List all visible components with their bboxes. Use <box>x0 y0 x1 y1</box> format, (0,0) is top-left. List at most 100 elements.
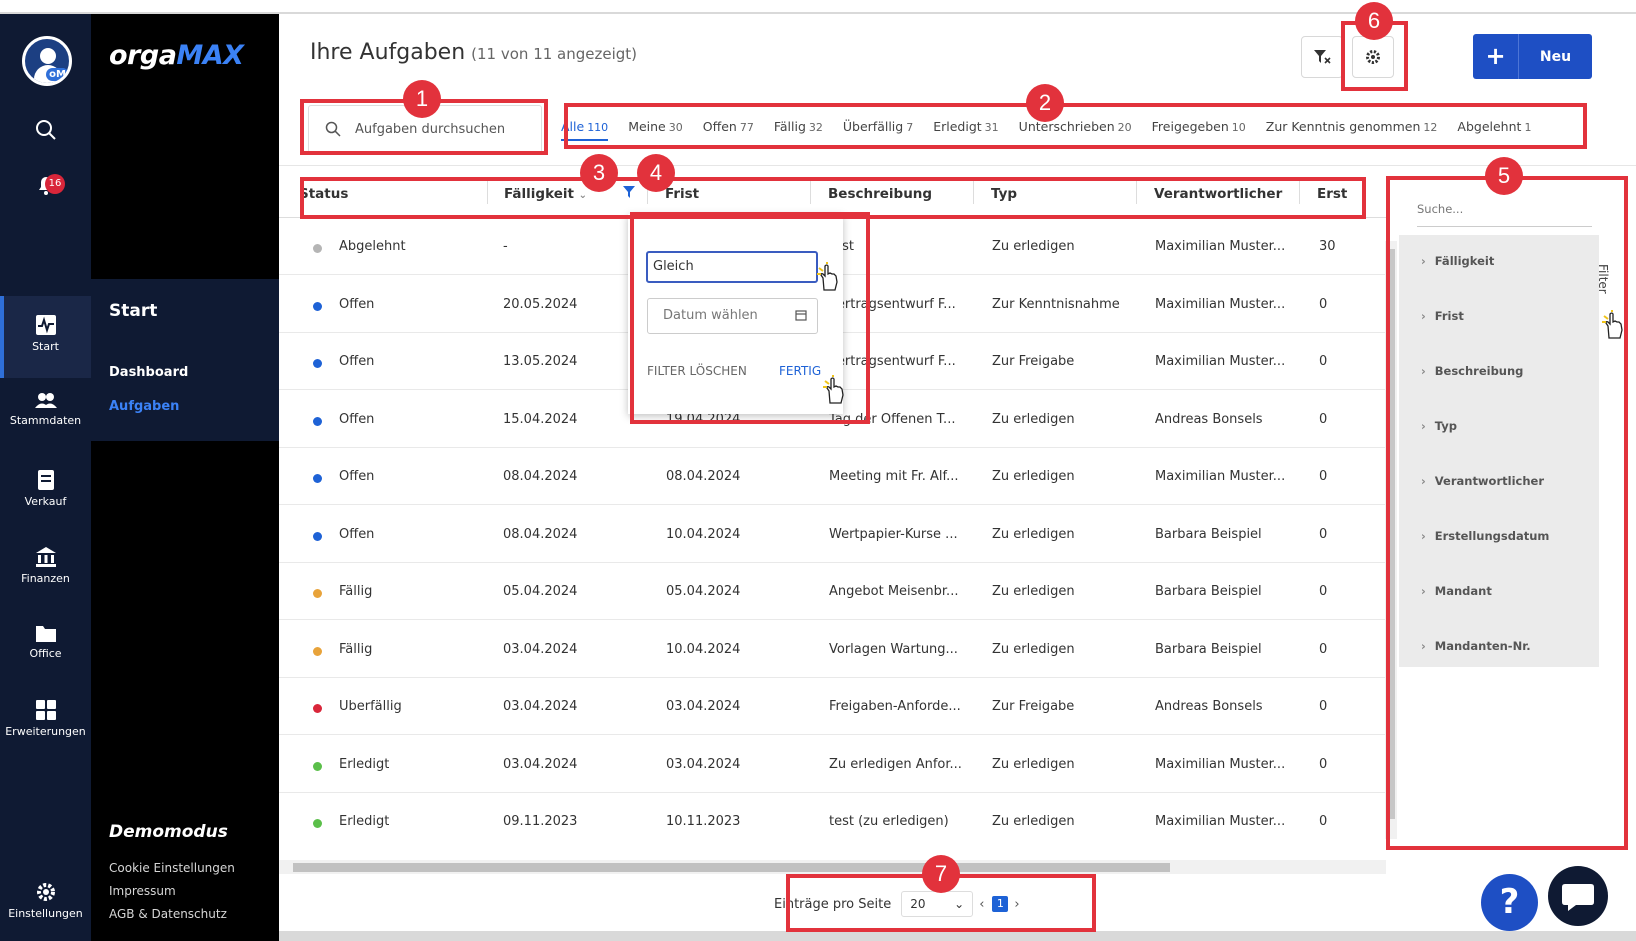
chat-button[interactable] <box>1548 866 1608 926</box>
annotation-number: 6 <box>1355 2 1393 40</box>
cell-status: Offen <box>339 469 375 484</box>
cell-verantwortlich: Maximilian Muster... <box>1155 814 1286 829</box>
cell-verantwortlich: Barbara Beispiel <box>1155 526 1262 542</box>
status-dot <box>313 474 322 483</box>
cell-status: Offen <box>339 526 375 542</box>
annotation-number: 7 <box>922 855 960 893</box>
annotation-number: 2 <box>1026 84 1064 122</box>
cell-faellig: 15.04.2024 <box>503 411 578 427</box>
cell-erst: 0 <box>1319 469 1328 484</box>
cell-faellig: 20.05.2024 <box>503 296 578 312</box>
rail-item-start[interactable]: Start <box>0 314 91 353</box>
cell-beschreibung: Meeting mit Fr. Alf... <box>829 469 959 484</box>
plus-icon: + <box>1473 34 1519 79</box>
chat-icon <box>1562 884 1594 911</box>
click-hand-icon <box>1602 310 1623 339</box>
cell-typ: Zu erledigen <box>992 411 1075 427</box>
table-row[interactable]: Überfällig 03.04.2024 03.04.2024 Freigaben-… <box>279 678 1386 735</box>
cell-beschreibung: Freigaben-Anforde... <box>829 699 961 714</box>
cell-typ: Zur Kenntnisnahme <box>992 296 1120 312</box>
people-icon <box>34 393 57 408</box>
cell-frist: 10.04.2024 <box>666 526 741 542</box>
table-row[interactable]: Fällig 03.04.2024 10.04.2024 Vorlagen Wartu… <box>279 621 1386 678</box>
table-row[interactable]: Erledigt 03.04.2024 03.04.2024 Zu erledigen… <box>279 736 1386 793</box>
status-dot <box>313 819 322 828</box>
cell-frist: 03.04.2024 <box>666 756 741 772</box>
new-task-label: Neu <box>1539 48 1572 65</box>
cell-beschreibung: test (zu erledigen) <box>829 814 949 829</box>
cell-verantwortlich: Andreas Bonsels <box>1155 411 1263 427</box>
status-dot <box>313 704 322 713</box>
rail-item-stammdaten[interactable]: Stammdaten <box>0 392 91 427</box>
cell-typ: Zu erledigen <box>992 526 1075 542</box>
table-row[interactable]: Offen 08.04.2024 08.04.2024 Meeting mit Fr.… <box>279 448 1386 505</box>
cell-typ: Zu erledigen <box>992 814 1075 829</box>
cell-beschreibung: Zu erledigen Anfor... <box>829 756 962 772</box>
folder-icon <box>35 626 56 642</box>
rail-item-label: Finanzen <box>21 572 70 585</box>
cell-status: Fällig <box>339 584 373 599</box>
imprint-link[interactable]: Impressum <box>109 880 235 903</box>
search-button[interactable] <box>0 119 91 141</box>
status-dot <box>313 589 322 598</box>
cell-erst: 0 <box>1319 814 1328 829</box>
status-dot <box>313 359 322 368</box>
rail-item-label: Start <box>32 340 59 353</box>
status-dot <box>313 531 322 541</box>
cell-status: Fällig <box>339 641 373 657</box>
cell-typ: Zu erledigen <box>992 239 1075 254</box>
status-dot <box>313 646 322 656</box>
rail-item-finanzen[interactable]: Finanzen <box>0 546 91 585</box>
cell-status: Überfällig <box>339 699 402 714</box>
cell-verantwortlich: Maximilian Muster... <box>1155 296 1286 312</box>
filter-clear-icon <box>1314 50 1331 64</box>
sidebar-section-title: Start <box>109 301 158 321</box>
avatar-badge: oM <box>46 68 69 81</box>
cookie-settings-link[interactable]: Cookie Einstellungen <box>109 857 235 880</box>
status-dot <box>313 301 322 311</box>
cell-faellig: 03.04.2024 <box>503 641 578 657</box>
rail-item-einstellungen[interactable]: Einstellungen <box>0 881 91 920</box>
status-dot <box>313 416 322 426</box>
table-row[interactable]: Fällig 05.04.2024 05.04.2024 Angebot Meisen… <box>279 563 1386 620</box>
cell-faellig: 08.04.2024 <box>503 469 578 484</box>
cell-typ: Zu erledigen <box>992 756 1075 772</box>
cell-frist: 05.04.2024 <box>666 584 741 599</box>
rail-item-office[interactable]: Office <box>0 623 91 660</box>
cell-faellig: 13.05.2024 <box>503 354 578 369</box>
rail-item-label: Office <box>29 647 62 660</box>
cell-status: Abgelehnt <box>339 239 406 254</box>
rail-item-erweiterungen[interactable]: Erweiterungen <box>0 699 91 738</box>
cell-beschreibung: Angebot Meisenbr... <box>829 584 959 599</box>
cell-status: Offen <box>339 411 375 427</box>
annotation-number: 1 <box>403 80 441 118</box>
help-button[interactable]: ? <box>1481 874 1538 931</box>
cell-faellig: 08.04.2024 <box>503 526 578 542</box>
clear-filter-button[interactable] <box>1301 36 1343 78</box>
secondary-sidebar: orgaMAX Start Dashboard Aufgaben Demomod… <box>91 14 279 941</box>
cell-erst: 0 <box>1319 411 1328 427</box>
sidebar-item-dashboard[interactable]: Dashboard <box>109 365 188 380</box>
cell-faellig: 03.04.2024 <box>503 756 578 772</box>
new-task-button[interactable]: + Neu <box>1473 34 1592 79</box>
terms-privacy-link[interactable]: AGB & Datenschutz <box>109 903 235 926</box>
table-row[interactable]: Offen 08.04.2024 10.04.2024 Wertpapier-Kurs… <box>279 506 1386 563</box>
avatar[interactable]: oM <box>22 36 72 86</box>
annotation-number: 3 <box>580 154 618 192</box>
cell-verantwortlich: Andreas Bonsels <box>1155 699 1263 714</box>
cell-status: Offen <box>339 296 375 312</box>
cell-typ: Zu erledigen <box>992 469 1075 484</box>
cell-typ: Zu erledigen <box>992 584 1075 599</box>
cell-erst: 30 <box>1319 239 1336 254</box>
sidebar-item-aufgaben[interactable]: Aufgaben <box>109 399 179 414</box>
cell-erst: 0 <box>1319 756 1328 772</box>
rail-item-verkauf[interactable]: Verkauf <box>0 469 91 508</box>
bottom-border <box>279 931 1636 941</box>
cell-faellig: 09.11.2023 <box>503 814 578 829</box>
horizontal-scrollbar[interactable] <box>279 860 1386 874</box>
cell-erst: 0 <box>1319 354 1328 369</box>
cell-faellig: 05.04.2024 <box>503 584 578 599</box>
scrollbar-thumb[interactable] <box>293 863 1170 872</box>
table-row[interactable]: Erledigt 09.11.2023 10.11.2023 test (zu erl… <box>279 793 1386 841</box>
rail-item-label: Erweiterungen <box>5 725 86 738</box>
